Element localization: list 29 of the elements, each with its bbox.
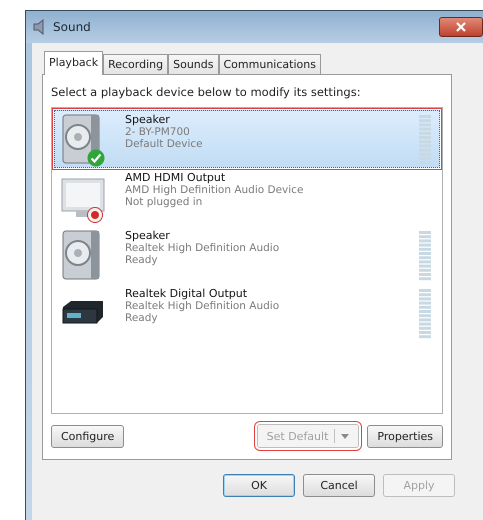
device-name: Speaker [125, 229, 171, 242]
tab[interactable]: Recording [103, 54, 168, 74]
device-name: Realtek Digital Output [125, 287, 248, 300]
device-name: Speaker [125, 113, 171, 126]
tab[interactable]: Playback [44, 51, 104, 75]
device-status: Default Device [125, 138, 204, 150]
device-status: Not plugged in [125, 196, 204, 208]
configure-button[interactable]: Configure [51, 424, 124, 448]
device-driver: 2- BY-PM700 [125, 126, 191, 138]
device-name: AMD HDMI Output [125, 171, 226, 184]
tab[interactable]: Communications [218, 54, 321, 74]
close-button[interactable] [439, 17, 483, 37]
device-driver: AMD High Definition Audio Device [125, 184, 304, 196]
device-status: Ready [125, 254, 159, 266]
instruction-text: Select a playback device below to modify its settings: [51, 85, 362, 99]
caret-icon [341, 434, 350, 438]
device-item[interactable]: Speaker 2- BY-PM700 Default Device [54, 110, 440, 168]
device-status: Ready [125, 312, 159, 324]
device-driver: Realtek High Definition Audio [125, 242, 280, 254]
dialog-button[interactable]: OK [223, 474, 295, 497]
device-driver: Realtek High Definition Audio [125, 300, 280, 312]
device-item[interactable]: AMD HDMI Output AMD High Definition Audio Device Not plugged in [54, 168, 440, 226]
dialog-button[interactable]: Cancel [303, 474, 375, 497]
close-icon [455, 22, 467, 32]
window-title: Sound [53, 20, 91, 34]
device-item[interactable]: Speaker Realtek High Definition Audio Ready [54, 226, 440, 284]
tab[interactable]: Sounds [168, 54, 218, 74]
properties-button[interactable]: Properties [367, 424, 443, 448]
device-item[interactable]: Realtek Digital Output Realtek High Definition Audio Ready [54, 284, 440, 342]
